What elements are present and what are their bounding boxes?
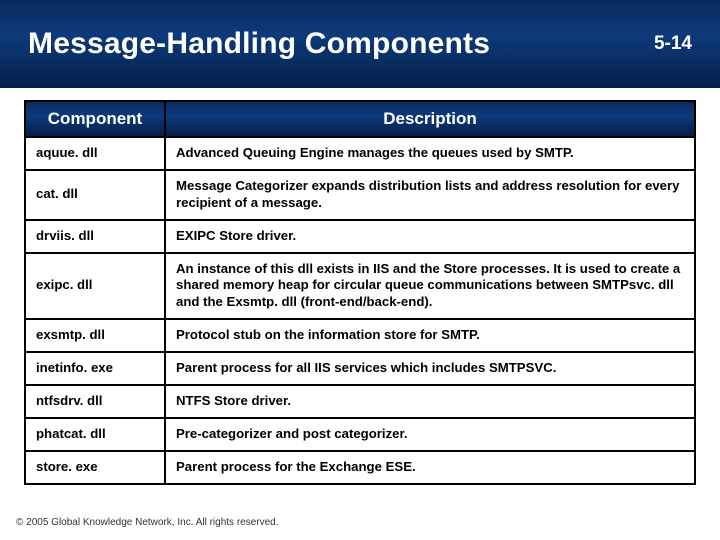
slide: Message-Handling Components 5-14 Compone… bbox=[0, 0, 720, 540]
cell-description: An instance of this dll exists in IIS an… bbox=[165, 253, 695, 320]
cell-description: Pre-categorizer and post categorizer. bbox=[165, 418, 695, 451]
table-row: exsmtp. dll Protocol stub on the informa… bbox=[25, 319, 695, 352]
table-row: drviis. dll EXIPC Store driver. bbox=[25, 220, 695, 253]
cell-component: aquue. dll bbox=[25, 137, 165, 170]
cell-component: ntfsdrv. dll bbox=[25, 385, 165, 418]
cell-description: Message Categorizer expands distribution… bbox=[165, 170, 695, 220]
table-row: exipc. dll An instance of this dll exist… bbox=[25, 253, 695, 320]
table-row: phatcat. dll Pre-categorizer and post ca… bbox=[25, 418, 695, 451]
cell-description: NTFS Store driver. bbox=[165, 385, 695, 418]
cell-component: exsmtp. dll bbox=[25, 319, 165, 352]
cell-component: inetinfo. exe bbox=[25, 352, 165, 385]
cell-component: phatcat. dll bbox=[25, 418, 165, 451]
page-number: 5-14 bbox=[654, 33, 692, 55]
cell-description: Protocol stub on the information store f… bbox=[165, 319, 695, 352]
table-header-row: Component Description bbox=[25, 101, 695, 137]
cell-component: exipc. dll bbox=[25, 253, 165, 320]
slide-title: Message-Handling Components bbox=[28, 27, 490, 61]
col-header-description: Description bbox=[165, 101, 695, 137]
cell-description: EXIPC Store driver. bbox=[165, 220, 695, 253]
table-row: store. exe Parent process for the Exchan… bbox=[25, 451, 695, 484]
cell-description: Parent process for the Exchange ESE. bbox=[165, 451, 695, 484]
col-header-component: Component bbox=[25, 101, 165, 137]
components-table: Component Description aquue. dll Advance… bbox=[24, 100, 696, 485]
cell-component: cat. dll bbox=[25, 170, 165, 220]
content-area: Component Description aquue. dll Advance… bbox=[0, 88, 720, 485]
cell-description: Parent process for all IIS services whic… bbox=[165, 352, 695, 385]
cell-description: Advanced Queuing Engine manages the queu… bbox=[165, 137, 695, 170]
table-row: cat. dll Message Categorizer expands dis… bbox=[25, 170, 695, 220]
cell-component: drviis. dll bbox=[25, 220, 165, 253]
table-row: aquue. dll Advanced Queuing Engine manag… bbox=[25, 137, 695, 170]
copyright-footer: © 2005 Global Knowledge Network, Inc. Al… bbox=[16, 517, 279, 528]
table-row: inetinfo. exe Parent process for all IIS… bbox=[25, 352, 695, 385]
title-bar: Message-Handling Components 5-14 bbox=[0, 0, 720, 88]
cell-component: store. exe bbox=[25, 451, 165, 484]
table-row: ntfsdrv. dll NTFS Store driver. bbox=[25, 385, 695, 418]
